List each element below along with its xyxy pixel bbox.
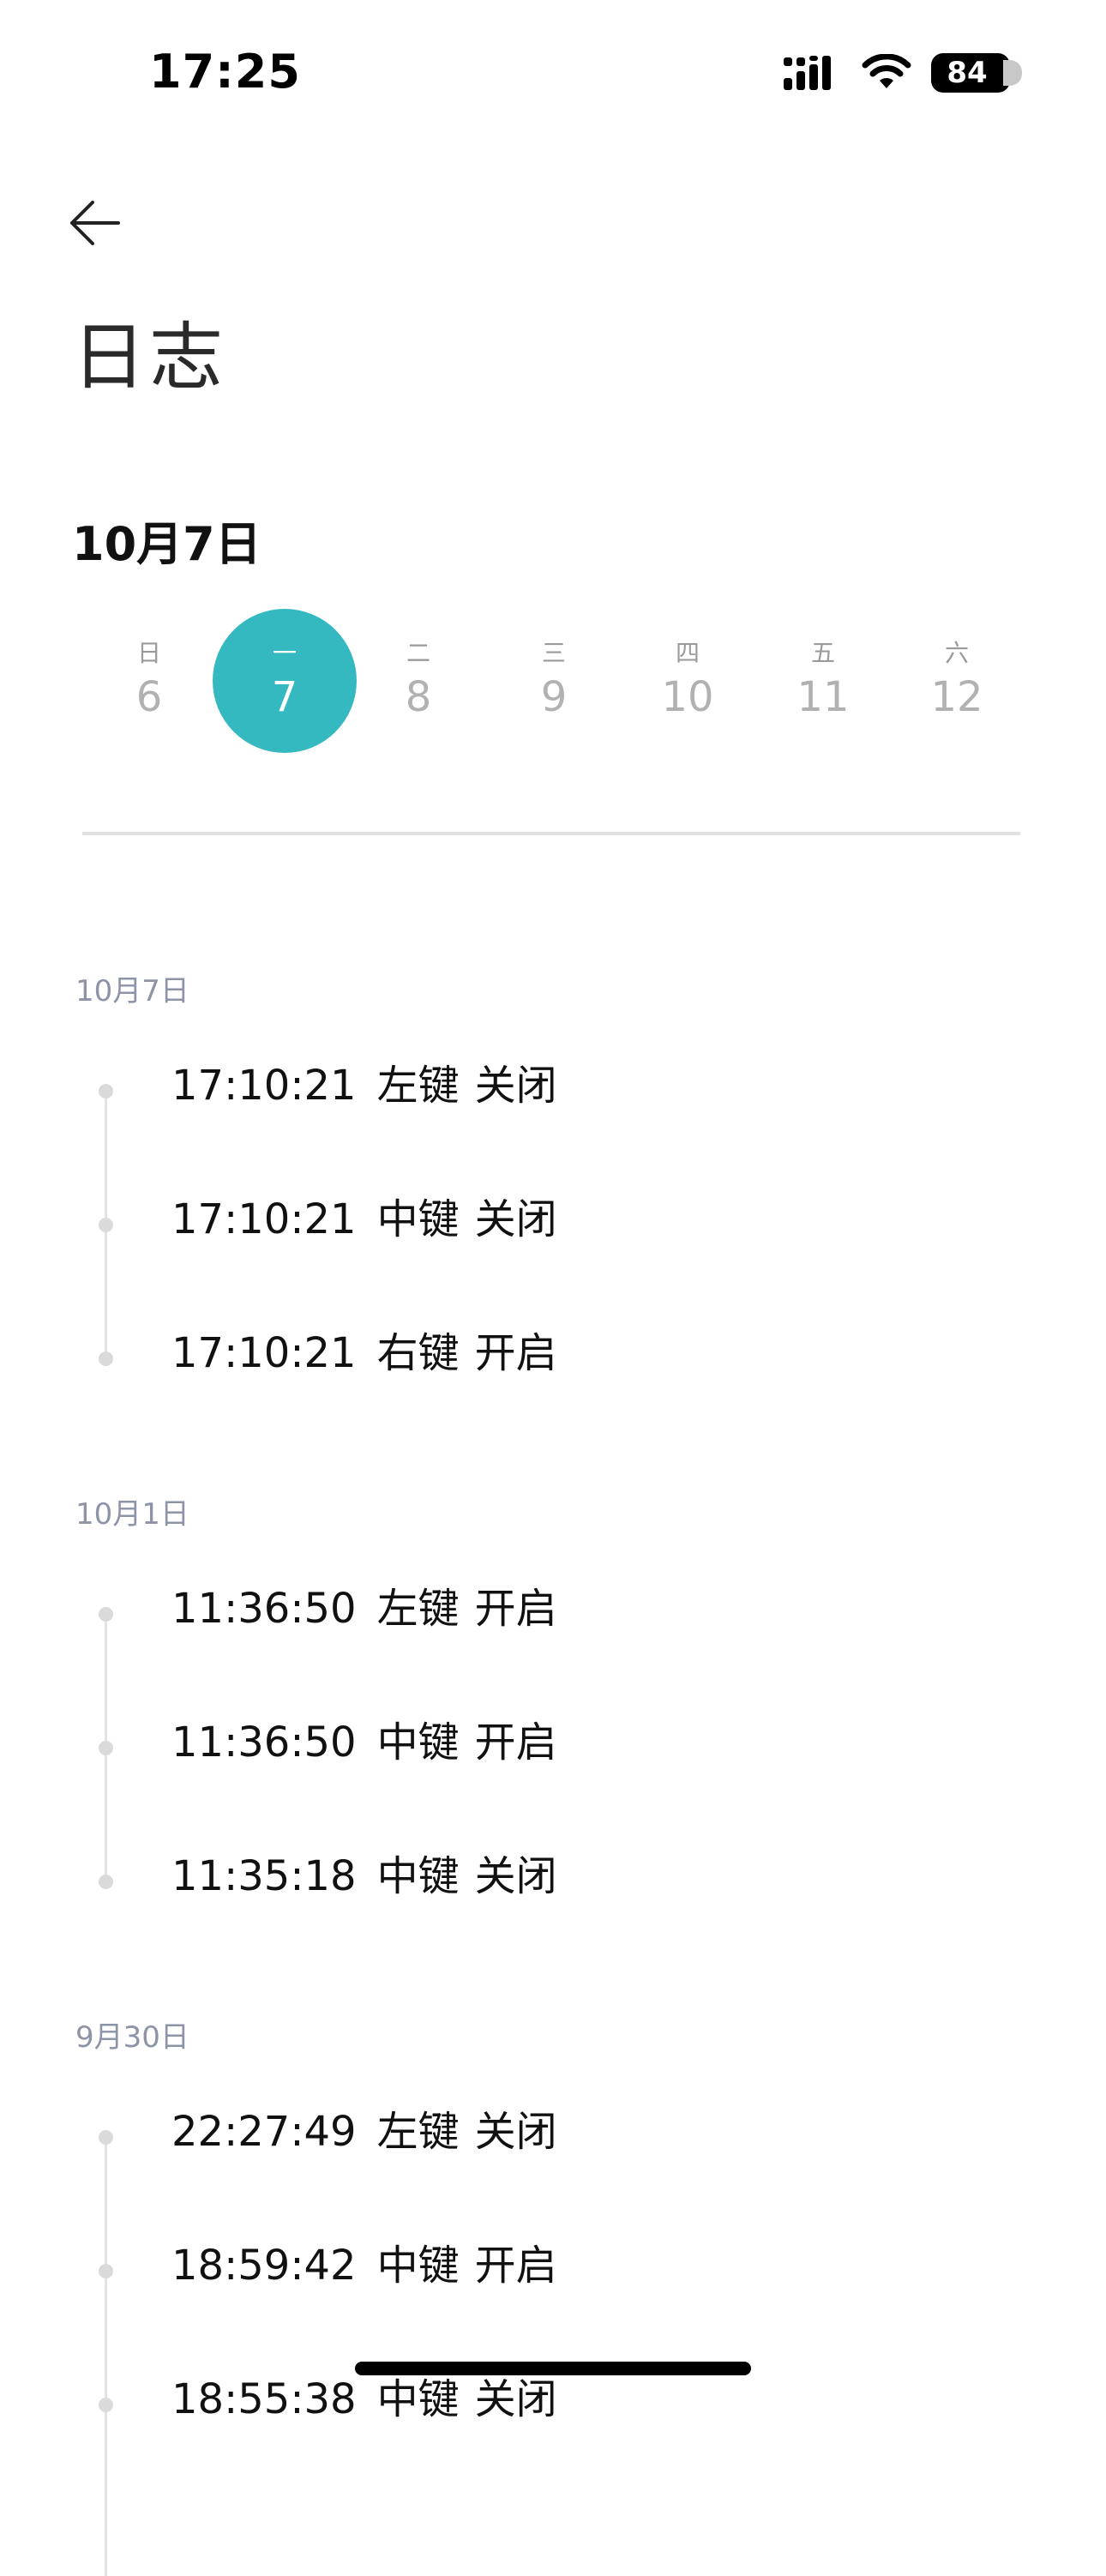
log-entry-time: 17:10:21 (171, 1195, 357, 1243)
day-number: 10 (661, 673, 714, 721)
log-entry-key: 中键 (376, 1718, 460, 1766)
group-date-label: 10月1日 (75, 1497, 189, 1532)
log-entry-state: 开启 (474, 2242, 557, 2290)
week-day[interactable]: 四 10 (616, 609, 760, 753)
log-entry-time: 17:10:21 (171, 1329, 357, 1377)
timeline-dot (99, 2264, 113, 2278)
log-entry-key: 左键 (376, 1585, 460, 1633)
back-button[interactable] (67, 196, 122, 250)
log-entry-time: 17:10:21 (171, 1062, 357, 1110)
day-number: 6 (135, 673, 163, 721)
log-entry-time: 22:27:49 (171, 2108, 357, 2156)
day-number: 8 (405, 673, 432, 721)
weekday-label: 日 (136, 639, 161, 667)
log-entry-key: 中键 (376, 2242, 460, 2290)
weekday-label: 五 (810, 639, 835, 667)
log-entry-key: 左键 (376, 2108, 460, 2156)
timeline-dot (99, 1351, 113, 1366)
divider (82, 832, 1020, 835)
day-number: 12 (930, 673, 983, 721)
page-title: 日志 (72, 315, 226, 400)
log-entry-state: 关闭 (474, 2108, 557, 2156)
week-day[interactable]: 一7 (213, 609, 357, 753)
timeline-dot (99, 2398, 113, 2412)
log-entry: 11:35:18 中键 关闭 (171, 1842, 557, 1902)
timeline-dot (99, 2130, 113, 2145)
week-day[interactable]: 五 11 (751, 609, 895, 753)
day-number: 9 (540, 673, 568, 721)
battery-cap (1003, 60, 1022, 86)
weekday-label: 二 (406, 639, 430, 667)
log-entry-key: 中键 (376, 2375, 460, 2423)
weekday-label: 四 (675, 639, 700, 667)
log-entry-state: 关闭 (474, 1852, 557, 1900)
log-entry-key: 右键 (376, 1329, 460, 1377)
log-entry-state: 关闭 (474, 1195, 557, 1243)
battery-level: 84 (947, 56, 988, 90)
log-entry: 17:10:21 左键 关闭 (171, 1051, 557, 1111)
log-entry-key: 左键 (376, 1062, 460, 1110)
group-date-label: 9月30日 (75, 2020, 189, 2055)
log-entry: 11:36:50 中键 开启 (171, 1708, 557, 1768)
timeline-dot (99, 1875, 113, 1889)
timeline-dot (99, 1218, 113, 1232)
timeline-line (105, 2137, 107, 2576)
weekday-label: 一 (272, 639, 297, 667)
day-number: 11 (796, 673, 850, 721)
week-day[interactable]: 六 12 (885, 609, 1029, 753)
weekday-label: 三 (541, 639, 566, 667)
log-entry: 11:36:50 左键 开启 (171, 1574, 557, 1634)
group-date-label: 10月7日 (75, 974, 189, 1008)
cellular-signal-icon (784, 56, 831, 90)
log-entry-state: 开启 (474, 1718, 557, 1766)
log-entry: 17:10:21 中键 关闭 (171, 1185, 557, 1245)
log-entry: 17:10:21 右键 开启 (171, 1319, 557, 1379)
week-day[interactable]: 三9 (482, 609, 626, 753)
log-entry-state: 开启 (474, 1329, 557, 1377)
weekday-label: 六 (944, 639, 969, 667)
wifi-icon (862, 54, 911, 88)
log-entry-time: 11:35:18 (171, 1852, 357, 1900)
log-entry-time: 11:36:50 (171, 1718, 357, 1766)
log-entry-time: 11:36:50 (171, 1585, 357, 1633)
log-entry: 22:27:49 左键 关闭 (171, 2098, 557, 2158)
week-strip: 日 6 一 7 二 8 三 9 四 10 五 11 六 12 (82, 609, 1025, 755)
status-time: 17:25 (149, 45, 301, 99)
home-indicator (355, 2362, 751, 2375)
timeline-dot (99, 1741, 113, 1755)
log-entry: 18:59:42 中键 开启 (171, 2231, 557, 2291)
log-entry-state: 关闭 (474, 1062, 557, 1110)
log-entry-key: 中键 (376, 1852, 460, 1900)
selected-date: 10月7日 (72, 517, 261, 571)
status-icons: 84 (782, 53, 1022, 93)
log-entry-state: 开启 (474, 1585, 557, 1633)
arrow-left-icon (70, 201, 120, 245)
week-day[interactable]: 二8 (346, 609, 490, 753)
log-entry-key: 中键 (376, 1195, 460, 1243)
timeline-dot (99, 1607, 113, 1622)
log-entry-state: 关闭 (474, 2375, 557, 2423)
day-number: 7 (271, 673, 298, 721)
timeline-dot (99, 1084, 113, 1098)
log-entry-time: 18:59:42 (171, 2242, 357, 2290)
week-day[interactable]: 日6 (77, 609, 221, 753)
battery-icon: 84 (931, 53, 1022, 93)
log-entry-time: 18:55:38 (171, 2375, 357, 2423)
